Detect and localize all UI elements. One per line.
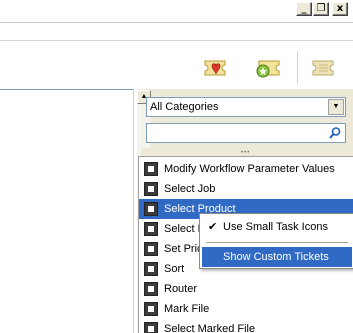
- list-item-label: Select Job: [164, 183, 216, 195]
- toolbar: [0, 40, 353, 90]
- list-item-label: Mark File: [164, 303, 210, 315]
- task-search-input[interactable]: [146, 123, 346, 143]
- toolbar-separator: [297, 51, 298, 83]
- panel-splitter-grip[interactable]: •••: [141, 148, 353, 156]
- search-icon[interactable]: [328, 126, 342, 140]
- select-job-icon: [144, 182, 158, 196]
- list-item-label: Select Marked File: [164, 323, 256, 333]
- select-product-icon: [144, 202, 158, 216]
- list-item-label: Set Pric: [164, 243, 203, 255]
- menu-item-label: Use Small Task Icons: [223, 221, 328, 233]
- list-item-label: Sort: [164, 263, 185, 275]
- router-icon: [144, 282, 158, 296]
- ticket-icon[interactable]: [309, 56, 337, 80]
- select-icon: [144, 222, 158, 236]
- chevron-down-icon[interactable]: ▼: [328, 99, 344, 115]
- mark-file-icon: [144, 302, 158, 316]
- list-item[interactable]: Modify Workflow Parameter Values: [139, 159, 353, 179]
- select-marked-file-icon: [144, 322, 158, 333]
- list-item-label: Router: [164, 283, 198, 295]
- favorite-ticket-icon[interactable]: [201, 56, 229, 80]
- menu-item-show-custom-tickets[interactable]: Show Custom Tickets: [202, 247, 352, 267]
- restore-button[interactable]: ❐: [313, 2, 329, 16]
- list-item-label: Modify Workflow Parameter Values: [164, 163, 335, 175]
- title-bar: _ ❐ x: [0, 0, 353, 20]
- custom-ticket-add-icon[interactable]: [253, 56, 281, 80]
- toolbar-divider: [0, 22, 353, 23]
- list-item[interactable]: Select Marked File: [139, 319, 353, 333]
- price-icon: [144, 242, 158, 256]
- sort-icon: [144, 262, 158, 276]
- list-item[interactable]: Mark File: [139, 299, 353, 319]
- menu-separator: [206, 242, 348, 243]
- category-dropdown[interactable]: All Categories ▼: [146, 97, 346, 117]
- workflow-canvas[interactable]: [0, 89, 134, 333]
- close-button[interactable]: x: [332, 2, 348, 16]
- menu-item-use-small-task-icons[interactable]: ✔ Use Small Task Icons: [202, 217, 352, 237]
- category-dropdown-value: All Categories: [150, 101, 219, 113]
- minimize-button[interactable]: _: [296, 2, 312, 16]
- list-item[interactable]: Select Job: [139, 179, 353, 199]
- list-item[interactable]: Router: [139, 279, 353, 299]
- checkmark-icon: ✔: [208, 221, 218, 233]
- context-menu: ✔ Use Small Task Icons Show Custom Ticke…: [199, 213, 353, 269]
- workflow-params-icon: [144, 162, 158, 176]
- menu-item-label: Show Custom Tickets: [223, 251, 329, 263]
